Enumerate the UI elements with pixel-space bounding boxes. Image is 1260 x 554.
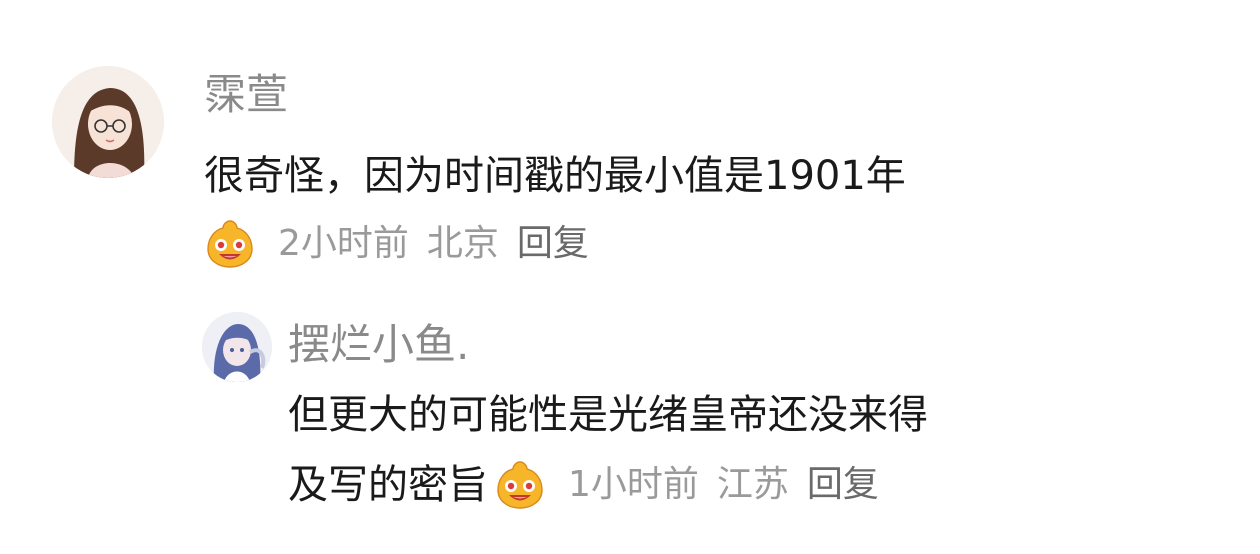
comment-text-and-meta: 及写的密旨 1小时前 江苏 回复 (288, 452, 897, 518)
comment-text: 很奇怪，因为时间戳的最小值是1901年 (204, 153, 906, 199)
reply-button[interactable]: 回复 (517, 221, 589, 267)
comment-text: 但更大的可能性是光绪皇帝还没来得 (288, 392, 928, 438)
comment-location: 北京 (426, 223, 499, 264)
comment-text-continuation: 及写的密旨 (288, 462, 488, 508)
anime-avatar-icon (202, 312, 272, 382)
user-avatar[interactable] (202, 312, 272, 382)
smiling-blob-emoji-icon[interactable] (204, 218, 256, 270)
smiling-blob-emoji-icon[interactable] (494, 459, 546, 511)
comment-time: 2小时前 (278, 223, 409, 264)
username[interactable]: 摆烂小鱼. (288, 320, 469, 370)
comment-meta: 2小时前 北京 回复 (204, 218, 607, 270)
comment-location: 江苏 (716, 464, 789, 505)
user-avatar[interactable] (52, 66, 164, 178)
comment-item: 霂萱 很奇怪，因为时间戳的最小值是1901年 2小时前 北京 回复 (0, 0, 1260, 290)
reply-comment-item: 摆烂小鱼. 但更大的可能性是光绪皇帝还没来得 及写的密旨 1小时前 江苏 回复 (0, 290, 1260, 554)
comment-time: 1小时前 (568, 464, 699, 505)
username[interactable]: 霂萱 (204, 70, 288, 120)
girl-avatar-icon (52, 66, 164, 178)
reply-button[interactable]: 回复 (807, 462, 879, 508)
